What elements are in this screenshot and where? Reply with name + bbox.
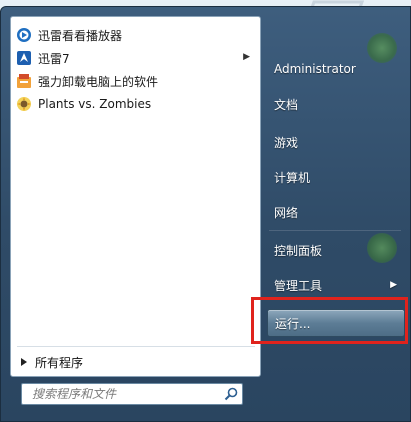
program-label: 迅雷7 <box>38 51 70 66</box>
program-label: 强力卸载电脑上的软件 <box>38 74 159 89</box>
menu-item-computer[interactable]: 计算机 <box>267 164 405 190</box>
search-icon[interactable] <box>224 387 238 401</box>
program-item-plants-vs-zombies[interactable]: Plants vs. Zombies <box>14 93 256 115</box>
start-menu: 迅雷看看播放器 迅雷7 ▶ 强力卸载电脑上的软件 Plants vs. Zomb… <box>0 6 411 422</box>
search-box[interactable] <box>21 383 243 405</box>
divider <box>269 230 401 231</box>
all-programs-button[interactable]: 所有程序 <box>17 352 255 372</box>
xunlei-player-icon <box>17 28 31 42</box>
menu-item-label: 游戏 <box>274 135 299 150</box>
menu-item-label: 计算机 <box>274 170 311 185</box>
menu-item-label: 管理工具 <box>274 278 323 293</box>
divider <box>17 346 255 347</box>
search-input[interactable] <box>30 386 224 402</box>
menu-item-administrator[interactable]: Administrator <box>267 56 405 82</box>
program-item-xunlei7[interactable]: 迅雷7 ▶ <box>14 47 256 69</box>
submenu-arrow-icon: ▶ <box>390 280 397 290</box>
plants-vs-zombies-icon <box>17 97 31 111</box>
menu-item-label: 文档 <box>274 97 299 112</box>
menu-item-label: Administrator <box>274 62 356 76</box>
annotation-highlight-box <box>251 297 408 344</box>
menu-item-label: 控制面板 <box>274 243 323 258</box>
menu-item-documents[interactable]: 文档 <box>267 91 405 117</box>
menu-item-admin-tools[interactable]: 管理工具 ▶ <box>267 272 405 298</box>
programs-pane: 迅雷看看播放器 迅雷7 ▶ 强力卸载电脑上的软件 Plants vs. Zomb… <box>10 16 261 377</box>
program-item-uninstaller[interactable]: 强力卸载电脑上的软件 <box>14 70 256 92</box>
program-item-xunlei-player[interactable]: 迅雷看看播放器 <box>14 24 256 46</box>
program-label: 迅雷看看播放器 <box>38 28 123 43</box>
xunlei7-icon <box>17 51 31 65</box>
expand-arrow-icon <box>21 358 27 366</box>
menu-item-label: 网络 <box>274 205 299 220</box>
menu-item-games[interactable]: 游戏 <box>267 129 405 155</box>
program-label: Plants vs. Zombies <box>38 97 152 111</box>
uninstaller-icon <box>17 74 31 88</box>
menu-item-control-panel[interactable]: 控制面板 <box>267 237 405 263</box>
submenu-arrow-icon: ▶ <box>243 52 250 62</box>
menu-item-network[interactable]: 网络 <box>267 199 405 225</box>
all-programs-label: 所有程序 <box>35 355 84 370</box>
